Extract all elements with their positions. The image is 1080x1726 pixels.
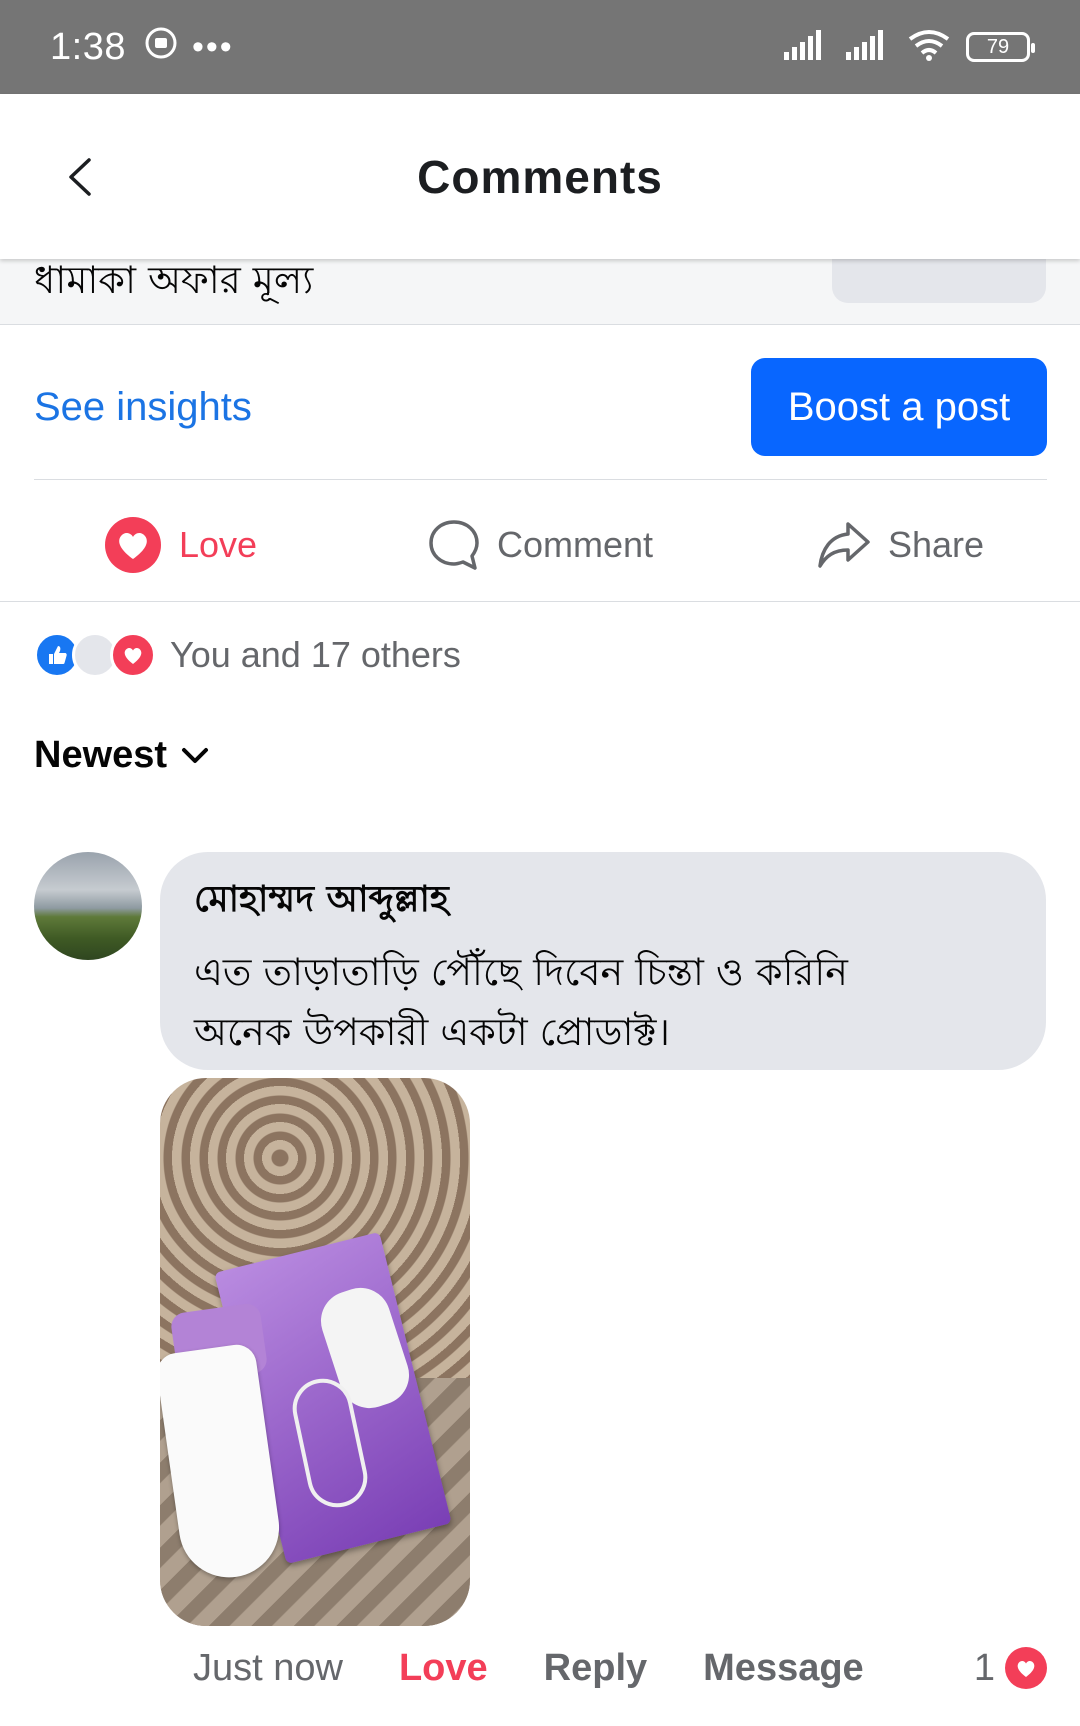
post-actions-bar: Love Comment Share — [0, 490, 1080, 600]
comment-author[interactable]: মোহাম্মদ আব্দুল্লাহ — [194, 872, 1012, 932]
love-label: Love — [178, 524, 258, 565]
post-preview-text: ধামাকা অফার মূল্য — [34, 259, 314, 302]
reactions-summary[interactable]: You and 17 others — [34, 630, 461, 680]
sort-dropdown[interactable]: Newest — [34, 734, 209, 777]
comment-icon — [429, 520, 479, 570]
comment-message-button[interactable]: Message — [703, 1647, 864, 1690]
sort-label: Newest — [34, 734, 168, 776]
avatar[interactable] — [34, 852, 142, 960]
post-preview[interactable]: ধামাকা অফার মূল্য — [0, 259, 1080, 325]
chevron-down-icon — [182, 747, 209, 763]
signal-icon-2 — [846, 29, 892, 65]
comment-love-button[interactable]: Love — [399, 1647, 488, 1690]
comment-text: এত তাড়াতাড়ি পৌঁছে দিবেন চিন্তা ও করিনি… — [194, 942, 1012, 1062]
status-bar: 1:38 ••• 79 — [0, 0, 1080, 94]
battery-icon: 79 — [966, 32, 1035, 62]
comment-reaction-number: 1 — [973, 1646, 995, 1689]
see-insights-link[interactable]: See insights — [34, 385, 252, 430]
share-icon — [818, 522, 870, 568]
signal-icon — [784, 29, 830, 65]
love-button[interactable]: Love — [0, 515, 360, 575]
comment-timestamp: Just now — [193, 1646, 343, 1689]
notification-icon — [144, 26, 178, 68]
comment-button[interactable]: Comment — [360, 518, 720, 572]
status-time: 1:38 — [50, 25, 126, 68]
chevron-left-icon — [69, 157, 91, 196]
divider — [34, 479, 1047, 480]
reaction-icons — [34, 632, 156, 678]
comments-header: Comments — [0, 94, 1080, 259]
love-reaction-icon — [104, 517, 161, 573]
comment-photo[interactable] — [160, 1078, 470, 1626]
comment-bubble[interactable]: মোহাম্মদ আব্দুল্লাহ এত তাড়াতাড়ি পৌঁছে … — [160, 852, 1046, 1070]
comment-meta: Just now Love Reply Message 1 — [193, 1640, 1047, 1696]
share-button[interactable]: Share — [720, 520, 1080, 570]
insights-row: See insights Boost a post — [34, 358, 1047, 456]
divider — [0, 601, 1080, 602]
page-title: Comments — [417, 150, 663, 203]
share-label: Share — [887, 524, 985, 565]
reactions-count-text: You and 17 others — [170, 634, 461, 675]
wifi-icon — [908, 29, 950, 66]
love-icon — [110, 632, 156, 678]
comment-reply-button[interactable]: Reply — [544, 1647, 647, 1690]
comment-line: এত তাড়াতাড়ি পৌঁছে দিবেন চিন্তা ও করিনি — [194, 950, 848, 994]
comment-label: Comment — [496, 524, 654, 565]
more-notifications-icon: ••• — [191, 27, 234, 66]
comment-reaction-count[interactable]: 1 — [974, 1647, 1047, 1690]
boost-post-button[interactable]: Boost a post — [751, 358, 1047, 456]
post-preview-button[interactable] — [832, 259, 1046, 303]
comment-line: অনেক উপকারী একটা প্রোডাক্ট। — [194, 1010, 670, 1054]
back-button[interactable] — [55, 147, 105, 207]
love-icon — [1005, 1647, 1047, 1689]
